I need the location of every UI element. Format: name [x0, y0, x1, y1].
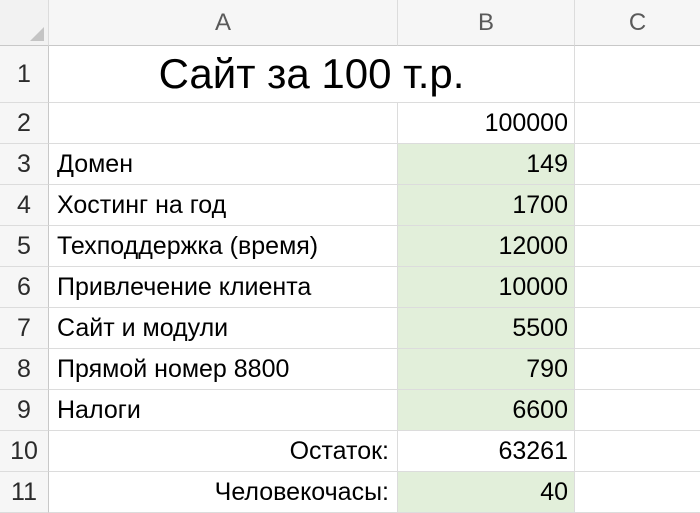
- cell-b[interactable]: 149: [398, 144, 575, 185]
- cell-b[interactable]: 100000: [398, 103, 575, 144]
- sheet-row-4: 4 Хостинг на год 1700: [0, 185, 700, 226]
- cell-c[interactable]: [575, 103, 700, 144]
- sheet-row-8: 8 Прямой номер 8800 790: [0, 349, 700, 390]
- cell-a[interactable]: Остаток:: [49, 431, 398, 472]
- row-header[interactable]: 7: [0, 308, 49, 349]
- column-header-b[interactable]: B: [398, 0, 575, 46]
- cell-b[interactable]: 12000: [398, 226, 575, 267]
- cell-a[interactable]: [49, 103, 398, 144]
- select-all-icon: [30, 27, 44, 41]
- title-cell[interactable]: Сайт за 100 т.р.: [49, 46, 575, 103]
- cell-c[interactable]: [575, 226, 700, 267]
- sheet-row-6: 6 Привлечение клиента 10000: [0, 267, 700, 308]
- cell-c[interactable]: [575, 349, 700, 390]
- cell-b[interactable]: 6600: [398, 390, 575, 431]
- cell-b[interactable]: 1700: [398, 185, 575, 226]
- sheet-row-2: 2 100000: [0, 103, 700, 144]
- cell-c[interactable]: [575, 390, 700, 431]
- cell-a[interactable]: Налоги: [49, 390, 398, 431]
- cell-b[interactable]: 10000: [398, 267, 575, 308]
- sheet-row-5: 5 Техподдержка (время) 12000: [0, 226, 700, 267]
- sheet-row-1: 1 Сайт за 100 т.р.: [0, 46, 700, 103]
- sheet-row-11: 11 Человекочасы: 40: [0, 472, 700, 513]
- column-header-a[interactable]: A: [49, 0, 398, 46]
- sheet-row-10: 10 Остаток: 63261: [0, 431, 700, 472]
- cell-b[interactable]: 5500: [398, 308, 575, 349]
- cell-c[interactable]: [575, 267, 700, 308]
- cell-c[interactable]: [575, 308, 700, 349]
- spreadsheet: A B C 1 Сайт за 100 т.р. 2 100000 3 Доме…: [0, 0, 700, 513]
- cell-a[interactable]: Прямой номер 8800: [49, 349, 398, 390]
- row-header[interactable]: 11: [0, 472, 49, 513]
- cell-b[interactable]: 790: [398, 349, 575, 390]
- row-header[interactable]: 3: [0, 144, 49, 185]
- sheet-row-3: 3 Домен 149: [0, 144, 700, 185]
- row-header[interactable]: 2: [0, 103, 49, 144]
- cell-a[interactable]: Человекочасы:: [49, 472, 398, 513]
- row-header[interactable]: 9: [0, 390, 49, 431]
- row-header[interactable]: 10: [0, 431, 49, 472]
- cell-b[interactable]: 63261: [398, 431, 575, 472]
- row-header[interactable]: 4: [0, 185, 49, 226]
- cell-a[interactable]: Домен: [49, 144, 398, 185]
- cell-a[interactable]: Сайт и модули: [49, 308, 398, 349]
- cell-c[interactable]: [575, 144, 700, 185]
- cell-c[interactable]: [575, 431, 700, 472]
- row-header[interactable]: 8: [0, 349, 49, 390]
- cell-c[interactable]: [575, 185, 700, 226]
- sheet-row-7: 7 Сайт и модули 5500: [0, 308, 700, 349]
- row-header[interactable]: 6: [0, 267, 49, 308]
- cell-a[interactable]: Привлечение клиента: [49, 267, 398, 308]
- select-all-corner[interactable]: [0, 0, 49, 46]
- cell-b[interactable]: 40: [398, 472, 575, 513]
- column-header-row: A B C: [0, 0, 700, 46]
- cell-a[interactable]: Хостинг на год: [49, 185, 398, 226]
- row-header[interactable]: 1: [0, 46, 49, 103]
- cell-a[interactable]: Техподдержка (время): [49, 226, 398, 267]
- sheet-row-9: 9 Налоги 6600: [0, 390, 700, 431]
- column-header-c[interactable]: C: [575, 0, 700, 46]
- row-header[interactable]: 5: [0, 226, 49, 267]
- cell-c[interactable]: [575, 472, 700, 513]
- cell-c[interactable]: [575, 46, 700, 103]
